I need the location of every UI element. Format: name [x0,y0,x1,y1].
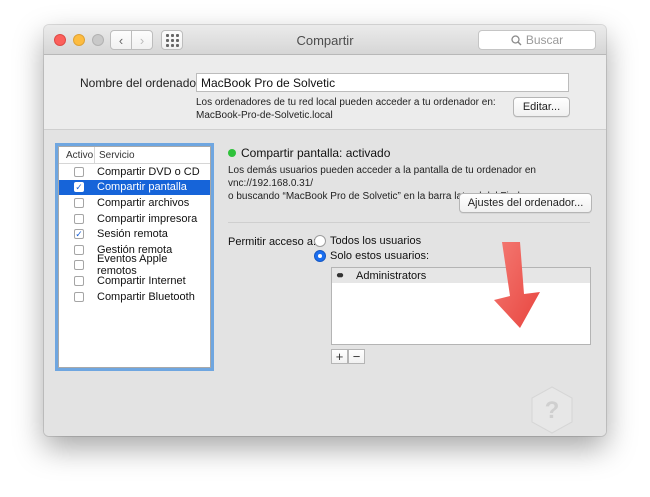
add-user-button[interactable]: + [331,349,348,364]
service-row[interactable]: Eventos Apple remotos [59,253,210,277]
status-indicator [228,149,236,157]
title-bar: ‹ › Compartir Buscar [44,25,606,55]
info-line-1: Los ordenadores de tu red local pueden a… [196,97,496,108]
radio-label: Todos los usuarios [330,235,422,247]
radio-label: Solo estos usuarios: [330,250,430,262]
service-label: Compartir pantalla [97,181,187,194]
radio-all-users[interactable]: Todos los usuarios [314,235,421,247]
service-label: Compartir DVD o CD [97,165,200,178]
computer-settings-button[interactable]: Ajustes del ordenador... [459,193,592,213]
service-checkbox[interactable] [74,260,84,271]
service-label: Eventos Apple remotos [96,253,168,278]
search-placeholder: Buscar [525,33,564,47]
services-section: Activo Servicio Compartir DVD o CD ✓ Compa… [44,129,606,436]
service-label: Compartir impresora [97,212,198,225]
service-checkbox[interactable]: ✓ [74,182,84,193]
radio-only-these-users[interactable]: Solo estos usuarios: [314,250,429,262]
service-checkbox[interactable] [74,213,84,224]
svg-text:?: ? [545,397,560,424]
service-label: Compartir Internet [97,274,186,287]
service-checkbox[interactable] [74,197,84,208]
header-active[interactable]: Activo [59,147,95,163]
service-label: Compartir Bluetooth [97,290,195,303]
service-list[interactable]: Activo Servicio Compartir DVD o CD ✓ Compa… [58,146,211,368]
sharing-window: ‹ › Compartir Buscar Nombre del ordenado… [44,25,606,436]
user-label: Administrators [356,269,427,282]
service-row[interactable]: Compartir DVD o CD [59,164,210,180]
allowed-users-list[interactable]: ●● Administrators [331,267,591,345]
computer-name-info: Los ordenadores de tu red local pueden a… [196,96,496,122]
service-status: Compartir pantalla: activado [241,146,391,160]
access-label: Permitir acceso a: [228,236,317,248]
service-row[interactable]: ✓ Compartir pantalla [59,179,210,196]
radio-button[interactable] [314,235,326,247]
remove-user-button[interactable]: − [348,349,365,364]
service-checkbox[interactable] [74,244,84,255]
info-line-2: MacBook-Pro-de-Solvetic.local [196,110,333,121]
list-header: Activo Servicio [59,147,210,164]
service-checkbox[interactable]: ✓ [74,229,84,240]
list-item[interactable]: ●● Administrators [332,268,590,283]
service-checkbox[interactable] [74,291,84,302]
service-checkbox[interactable] [74,166,84,177]
service-row[interactable]: ✓ Sesión remota [59,226,210,242]
computer-name-section: Nombre del ordenador: Los ordenadores de… [44,56,606,128]
header-service[interactable]: Servicio [95,150,135,161]
service-row[interactable]: Compartir Bluetooth [59,289,210,305]
red-arrow-icon [494,242,540,328]
description-line-1: Los demás usuarios pueden acceder a la p… [228,165,536,189]
service-row[interactable]: Compartir archivos [59,195,210,211]
search-field[interactable]: Buscar [478,30,596,50]
computer-name-label: Nombre del ordenador: [80,76,204,90]
help-watermark-icon: ? [531,386,573,434]
search-icon [511,34,522,45]
service-row[interactable]: Compartir impresora [59,211,210,227]
group-icon: ●● [336,270,344,281]
service-checkbox[interactable] [74,275,84,286]
divider [228,222,590,223]
service-label: Sesión remota [97,228,168,241]
service-label: Compartir archivos [97,196,190,209]
radio-button-selected[interactable] [314,250,326,262]
edit-button[interactable]: Editar... [513,97,570,117]
computer-name-input[interactable] [196,73,569,92]
